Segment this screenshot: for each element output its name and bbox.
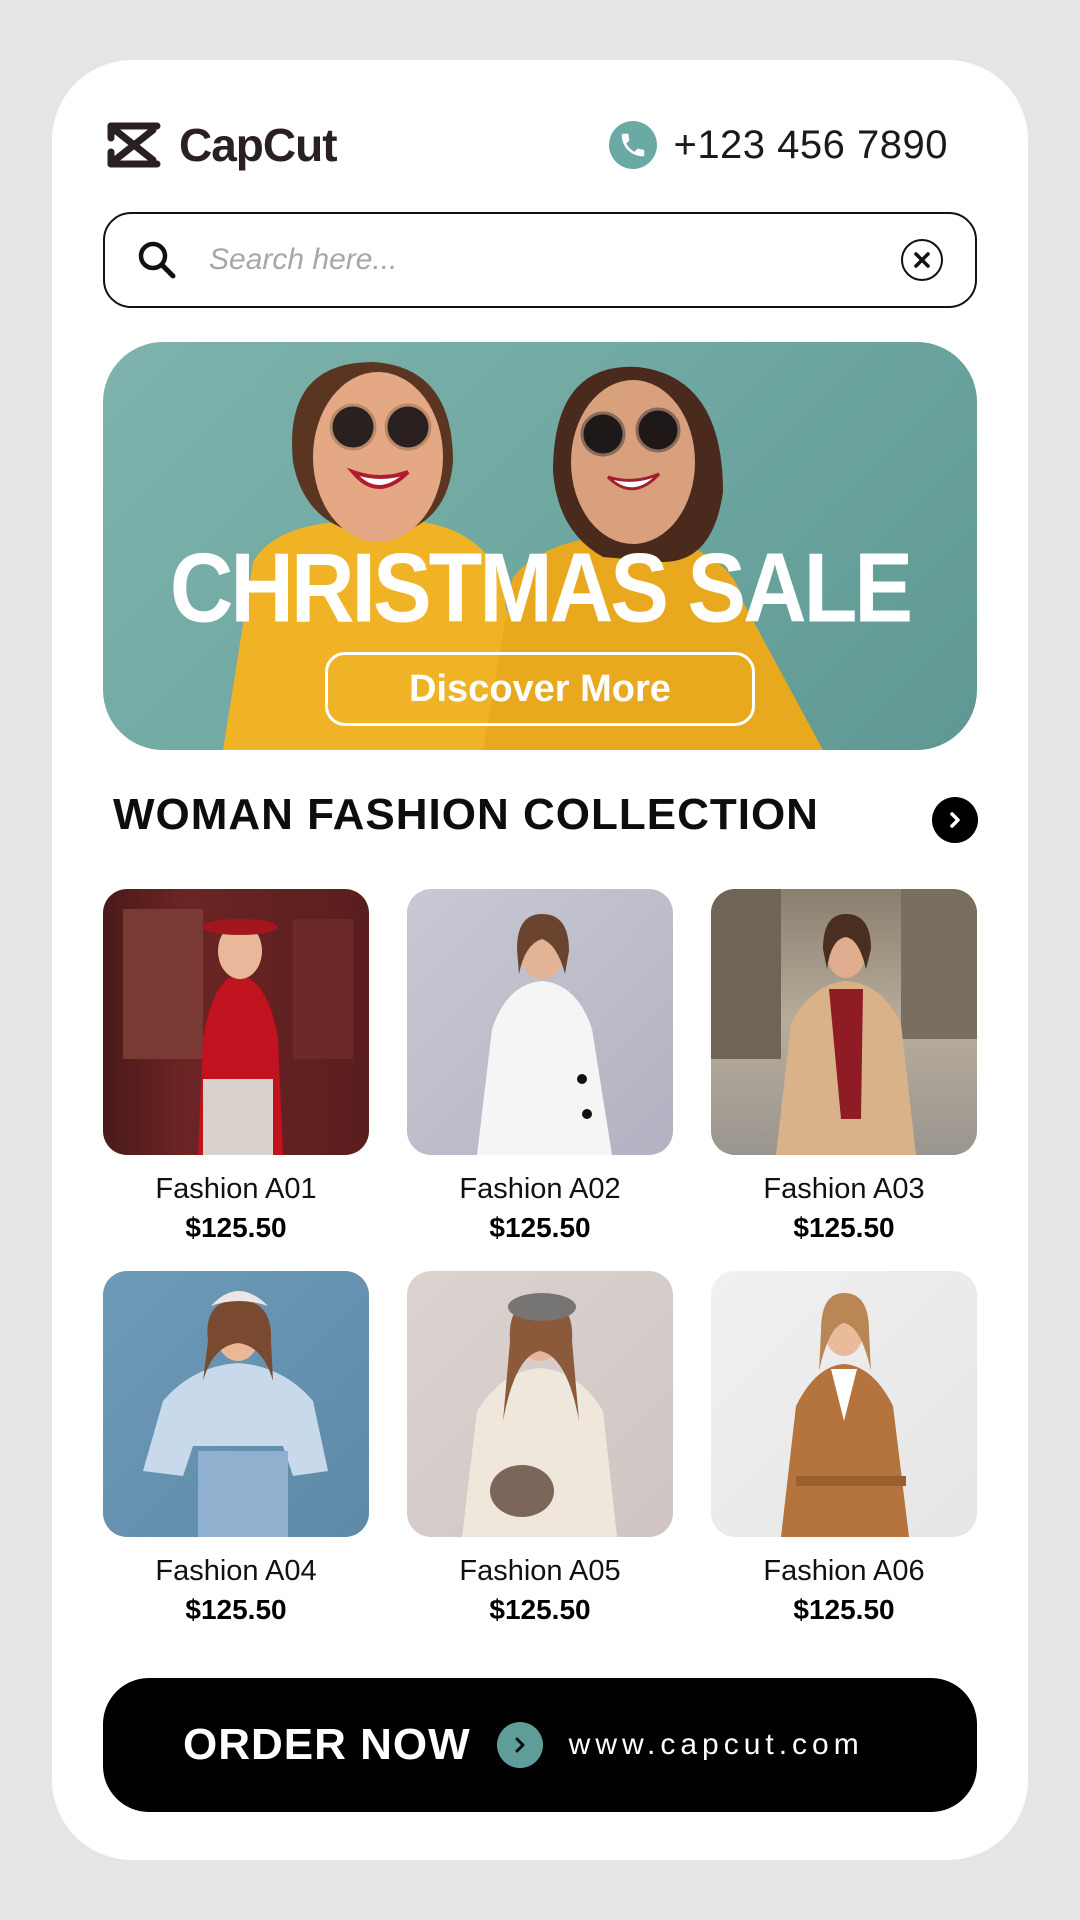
brand-logo[interactable]: CapCut — [107, 115, 338, 175]
product-card[interactable]: Fashion A01 $125.50 — [103, 889, 369, 1244]
website-link[interactable]: www.capcut.com — [569, 1728, 864, 1762]
phone-contact[interactable]: +123 456 7890 — [609, 112, 948, 178]
product-image — [407, 1271, 673, 1537]
phone-number: +123 456 7890 — [673, 122, 948, 167]
phone-icon — [609, 121, 658, 169]
product-card[interactable]: Fashion A05 $125.50 — [407, 1271, 673, 1626]
capcut-logo-icon — [107, 122, 161, 168]
product-name: Fashion A01 — [155, 1173, 317, 1205]
product-card[interactable]: Fashion A03 $125.50 — [711, 889, 977, 1244]
product-name: Fashion A02 — [459, 1173, 621, 1205]
product-price: $125.50 — [489, 1594, 591, 1625]
product-image — [407, 889, 673, 1155]
clear-icon[interactable] — [901, 239, 943, 281]
search-bar — [103, 212, 977, 308]
product-price: $125.50 — [185, 1594, 287, 1625]
app-card: CapCut +123 456 7890 Search here... CHRI… — [52, 60, 1028, 1860]
product-card[interactable]: Fashion A04 $125.50 — [103, 1271, 369, 1626]
discover-more-button[interactable]: Discover More — [325, 652, 755, 726]
search-icon[interactable] — [135, 238, 179, 282]
promo-banner[interactable]: CHRISTMAS SALE Discover More — [103, 342, 977, 750]
banner-title: CHRISTMAS SALE — [169, 532, 913, 643]
product-image — [103, 889, 369, 1155]
chevron-right-icon[interactable] — [496, 1722, 543, 1768]
product-name: Fashion A03 — [763, 1173, 925, 1205]
product-price: $125.50 — [793, 1594, 895, 1625]
chevron-right-icon[interactable] — [932, 797, 978, 843]
product-card[interactable]: Fashion A02 $125.50 — [407, 889, 673, 1244]
product-price: $125.50 — [793, 1212, 895, 1243]
product-price: $125.50 — [489, 1212, 591, 1243]
product-name: Fashion A04 — [155, 1555, 317, 1587]
section-title: WOMAN FASHION COLLECTION — [113, 790, 819, 839]
order-now-button[interactable]: ORDER NOW — [183, 1720, 471, 1770]
product-price: $125.50 — [185, 1212, 287, 1243]
product-image — [711, 1271, 977, 1537]
product-name: Fashion A05 — [459, 1555, 621, 1587]
product-card[interactable]: Fashion A06 $125.50 — [711, 1271, 977, 1626]
order-now-bar[interactable]: ORDER NOW www.capcut.com — [103, 1678, 977, 1812]
product-image — [711, 889, 977, 1155]
brand-name: CapCut — [179, 119, 338, 171]
product-name: Fashion A06 — [763, 1555, 925, 1587]
search-input[interactable] — [209, 243, 901, 277]
product-image — [103, 1271, 369, 1537]
